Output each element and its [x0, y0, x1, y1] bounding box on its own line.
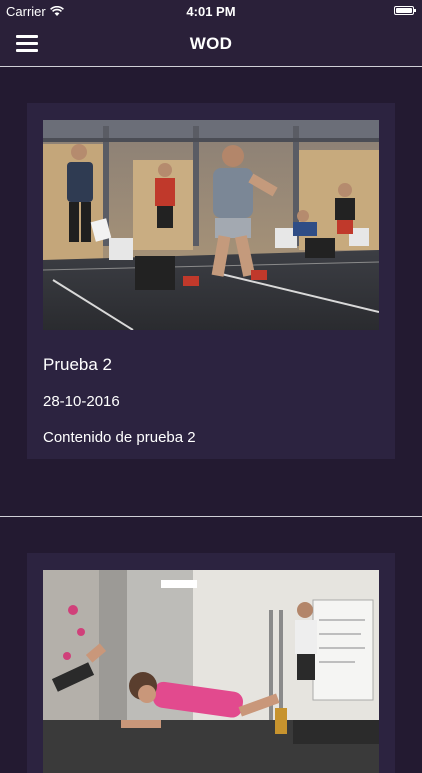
status-bar: Carrier 4:01 PM — [0, 0, 422, 22]
post-title: Prueba 2 — [43, 355, 112, 374]
post-separator — [0, 516, 422, 517]
post-card[interactable] — [27, 553, 395, 773]
page-title: WOD — [189, 34, 233, 53]
post-image — [43, 570, 379, 773]
post-content: Contenido de prueba 2 — [43, 429, 196, 446]
post-image — [43, 120, 379, 330]
post-date: 28-10-2016 — [43, 393, 120, 410]
navigation-bar: WOD — [0, 22, 422, 67]
status-time: 4:01 PM — [186, 4, 236, 19]
battery-icon — [394, 6, 416, 15]
post-card[interactable]: Prueba 2 28-10-2016 Contenido de prueba … — [27, 103, 395, 459]
